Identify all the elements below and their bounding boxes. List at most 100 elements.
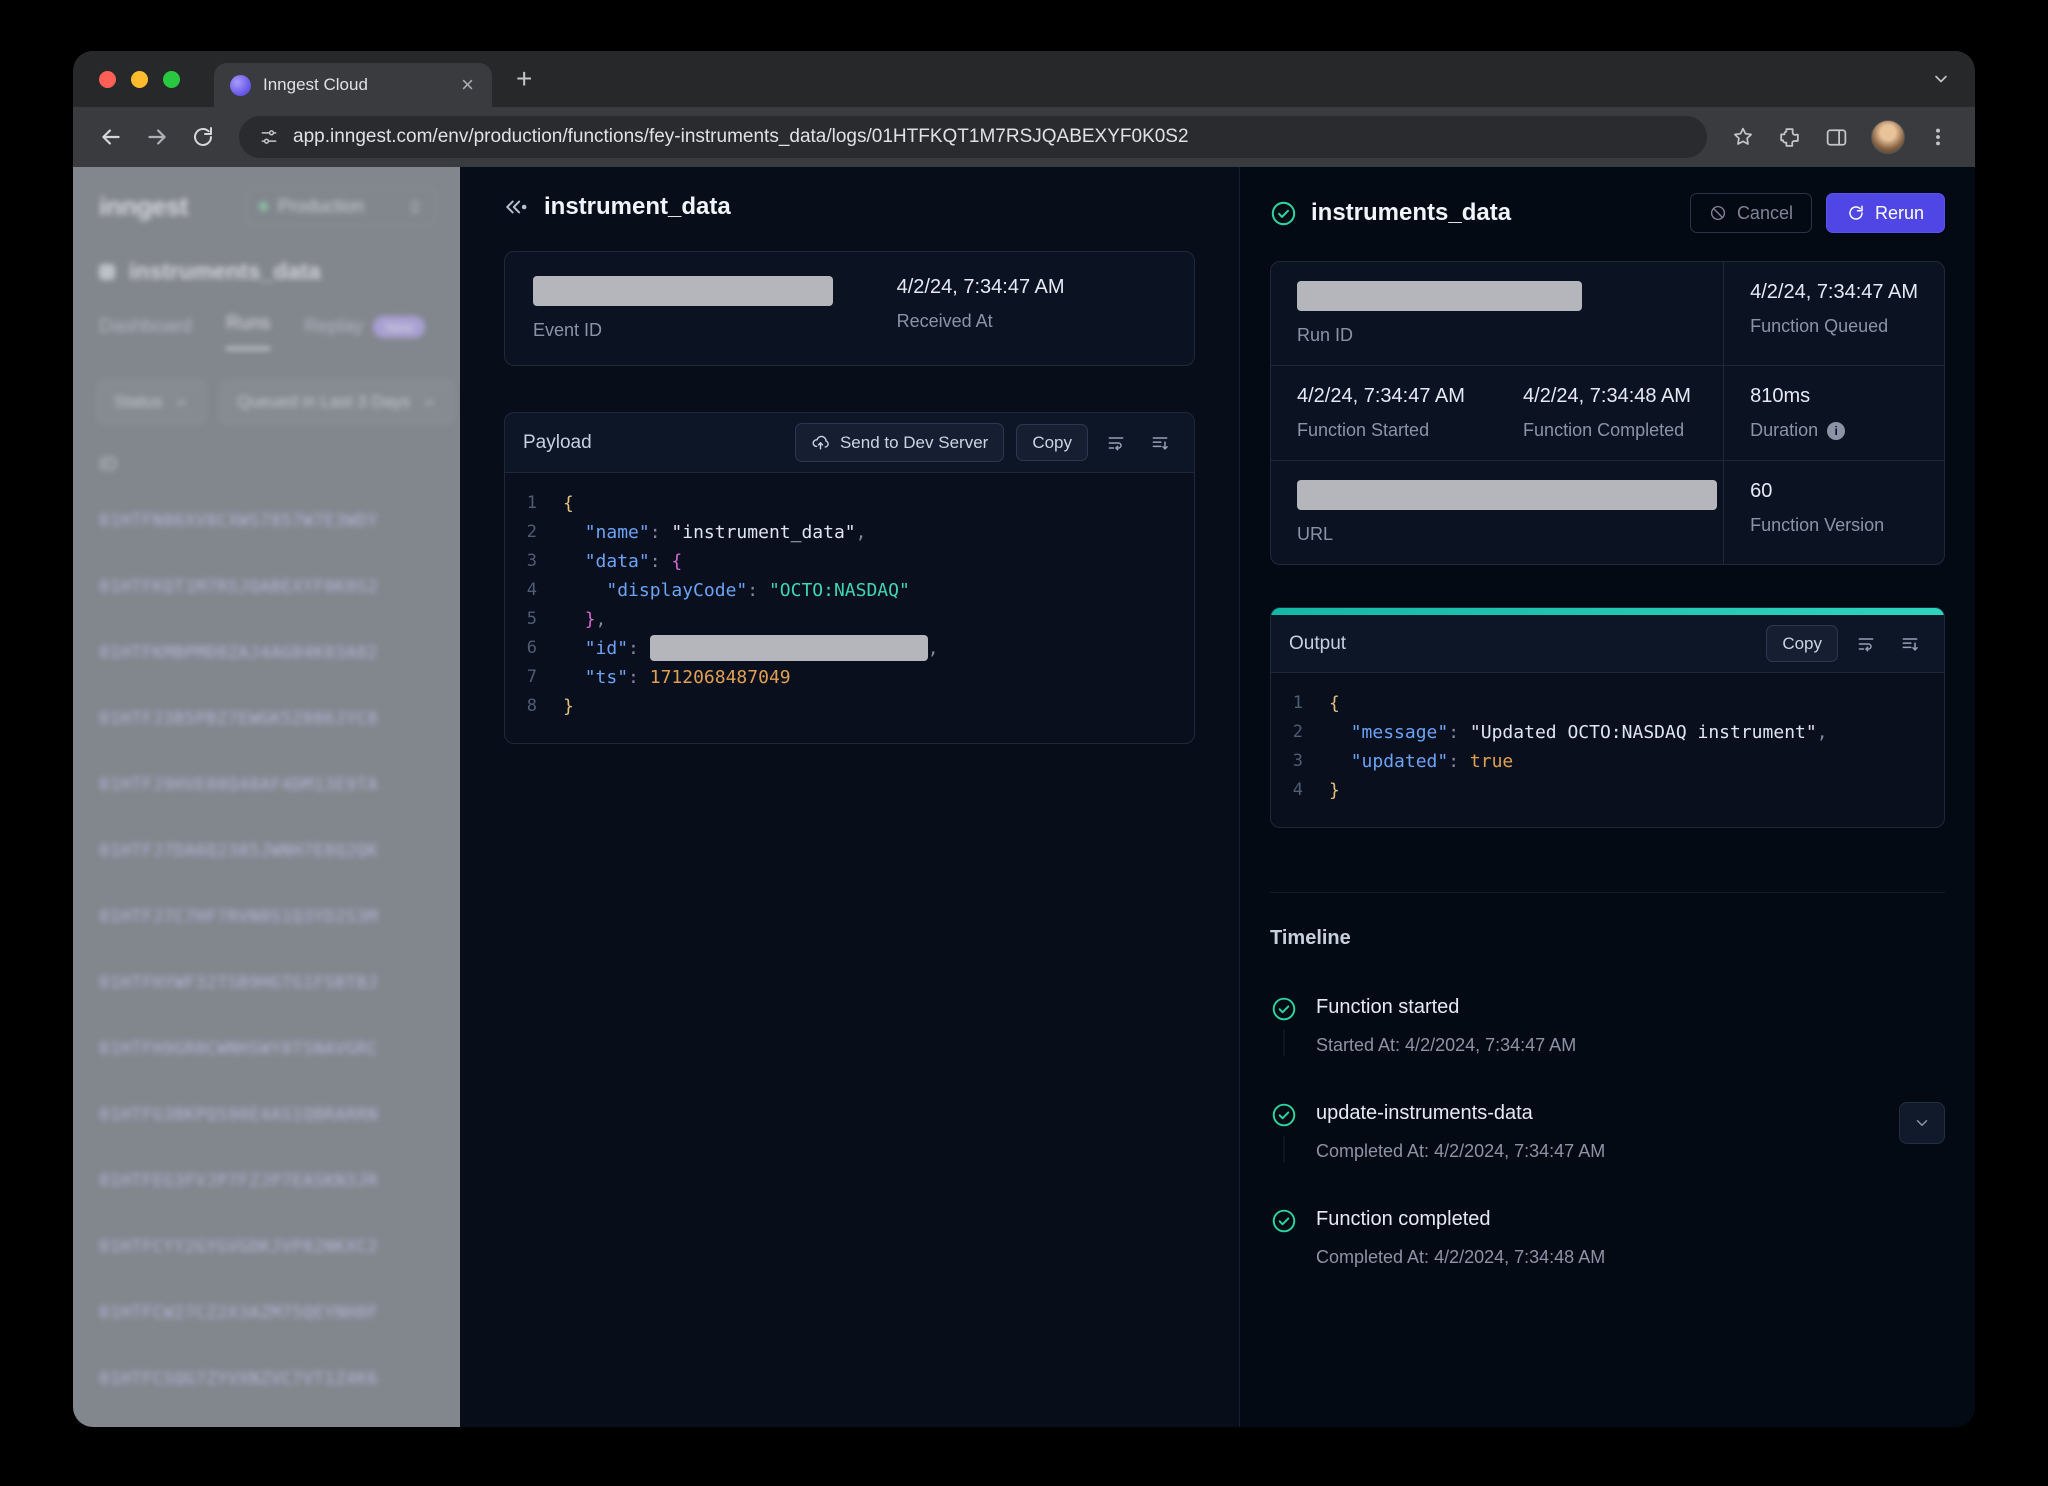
desktop-background: Inngest Cloud × + app.inngest.com/env/pr… xyxy=(0,0,2048,1486)
event-id-label: Event ID xyxy=(533,320,897,341)
run-id-cell: Run ID xyxy=(1271,262,1723,366)
url-label: URL xyxy=(1297,524,1697,545)
timeline-item-title: update-instruments-data xyxy=(1316,1102,1881,1125)
browser-tab[interactable]: Inngest Cloud × xyxy=(214,63,492,107)
info-icon[interactable]: i xyxy=(1827,422,1845,440)
function-completed-value: 4/2/24, 7:34:48 AM xyxy=(1523,385,1697,408)
back-button[interactable] xyxy=(89,115,133,159)
payload-copy-button[interactable]: Copy xyxy=(1016,424,1088,461)
output-title: Output xyxy=(1289,633,1346,655)
function-completed-cell: 4/2/24, 7:34:48 AM Function Completed xyxy=(1497,366,1723,461)
redacted-value xyxy=(650,635,928,661)
runs-sidebar: inngest Production instruments_data Dash… xyxy=(73,167,460,1427)
address-bar[interactable]: app.inngest.com/env/production/functions… xyxy=(239,116,1707,158)
code-line: 8} xyxy=(505,692,1180,721)
function-started-value: 4/2/24, 7:34:47 AM xyxy=(1297,385,1471,408)
site-info-icon[interactable] xyxy=(259,127,279,147)
timeline-item-title: Function completed xyxy=(1316,1208,1945,1231)
output-card: Output Copy 1 xyxy=(1270,607,1945,828)
expand-step-button[interactable] xyxy=(1899,1102,1945,1144)
rerun-refresh-icon xyxy=(1847,204,1865,222)
chevron-down-icon xyxy=(1931,69,1951,89)
run-meta-card: Run ID 4/2/24, 7:34:47 AM Function Queue… xyxy=(1270,261,1945,565)
check-circle-icon xyxy=(1271,1208,1297,1234)
timeline-icon-column xyxy=(1270,996,1298,1056)
output-actions: Copy xyxy=(1766,625,1926,662)
timeline-icon-column xyxy=(1270,1208,1298,1268)
line-number: 7 xyxy=(505,663,563,692)
timeline-item-content: Function completed Completed At: 4/2/202… xyxy=(1316,1208,1945,1268)
timeline-item-content: Function started Started At: 4/2/2024, 7… xyxy=(1316,996,1945,1056)
output-copy-button[interactable]: Copy xyxy=(1766,625,1838,662)
check-circle-icon xyxy=(1271,1102,1297,1128)
rerun-button[interactable]: Rerun xyxy=(1826,193,1945,233)
function-queued-label: Function Queued xyxy=(1750,316,1918,337)
rerun-label: Rerun xyxy=(1875,204,1924,222)
line-number: 1 xyxy=(505,489,563,518)
timeline-item-timestamp: Started At: 4/2/2024, 7:34:47 AM xyxy=(1316,1035,1945,1056)
code-line: 3 "data": { xyxy=(505,547,1180,576)
output-copy-label: Copy xyxy=(1782,635,1822,652)
duration-value: 810ms xyxy=(1750,385,1918,408)
timeline-icon-column xyxy=(1270,1102,1298,1162)
duration-label-text: Duration xyxy=(1750,420,1818,441)
payload-card: Payload Send to Dev Server Copy xyxy=(504,412,1195,744)
sidebar-overlay xyxy=(73,167,460,1427)
line-number: 2 xyxy=(505,518,563,547)
tab-close-icon[interactable]: × xyxy=(457,72,478,98)
line-number: 5 xyxy=(505,605,563,634)
payload-actions: Send to Dev Server Copy xyxy=(795,423,1176,462)
close-window-button[interactable] xyxy=(99,71,116,88)
function-started-label: Function Started xyxy=(1297,420,1471,441)
line-number: 3 xyxy=(505,547,563,576)
timeline-item-timestamp: Completed At: 4/2/2024, 7:34:48 AM xyxy=(1316,1247,1945,1268)
redacted-run-id xyxy=(1297,281,1582,311)
function-completed-label: Function Completed xyxy=(1523,420,1697,441)
tab-strip: Inngest Cloud × + xyxy=(73,51,1975,107)
toolbar-actions xyxy=(1721,120,1959,154)
expand-json-button[interactable] xyxy=(1894,628,1926,660)
code-line: 2 "name": "instrument_data", xyxy=(505,518,1180,547)
code-line: 4} xyxy=(1271,776,1930,805)
code-line: 1{ xyxy=(505,489,1180,518)
run-details-panel: instruments_data Cancel Rerun xyxy=(1240,167,1975,1427)
wrap-text-icon xyxy=(1106,433,1126,453)
tab-search-button[interactable] xyxy=(1931,69,1951,89)
expand-json-icon xyxy=(1150,433,1170,453)
run-header-title-group: instruments_data xyxy=(1270,199,1511,227)
bookmark-star-icon[interactable] xyxy=(1731,125,1755,149)
side-panel-icon[interactable] xyxy=(1824,125,1849,150)
event-header: instrument_data xyxy=(504,193,1195,221)
minimize-window-button[interactable] xyxy=(131,71,148,88)
function-version-label: Function Version xyxy=(1750,515,1918,536)
tab-title: Inngest Cloud xyxy=(263,75,445,95)
extensions-puzzle-icon[interactable] xyxy=(1777,125,1802,150)
browser-menu-icon[interactable] xyxy=(1927,126,1949,148)
run-header-actions: Cancel Rerun xyxy=(1690,193,1945,233)
timeline-connector xyxy=(1283,1030,1285,1056)
function-version-value: 60 xyxy=(1750,480,1918,503)
back-arrow-icon xyxy=(98,124,124,150)
run-title: instruments_data xyxy=(1311,199,1511,227)
send-to-dev-server-button[interactable]: Send to Dev Server xyxy=(795,423,1004,462)
received-at-label: Received At xyxy=(897,311,1166,332)
code-line: 3 "updated": true xyxy=(1271,747,1930,776)
line-number: 8 xyxy=(505,692,563,721)
redacted-event-id xyxy=(533,276,833,306)
profile-avatar[interactable] xyxy=(1871,120,1905,154)
reload-button[interactable] xyxy=(181,115,225,159)
output-success-accent xyxy=(1271,608,1944,615)
window-controls xyxy=(99,71,180,88)
url-text: app.inngest.com/env/production/functions… xyxy=(293,126,1189,148)
forward-button[interactable] xyxy=(135,115,179,159)
new-tab-button[interactable]: + xyxy=(508,63,540,95)
function-started-cell: 4/2/24, 7:34:47 AM Function Started xyxy=(1271,366,1497,461)
received-at-cell: 4/2/24, 7:34:47 AM Received At xyxy=(897,276,1166,341)
cancel-run-button[interactable]: Cancel xyxy=(1690,193,1812,233)
zoom-window-button[interactable] xyxy=(163,71,180,88)
wrap-text-button[interactable] xyxy=(1100,427,1132,459)
timeline-item-content: update-instruments-data Completed At: 4/… xyxy=(1316,1102,1881,1162)
wrap-text-button[interactable] xyxy=(1850,628,1882,660)
duration-label: Duration i xyxy=(1750,420,1918,441)
expand-json-button[interactable] xyxy=(1144,427,1176,459)
